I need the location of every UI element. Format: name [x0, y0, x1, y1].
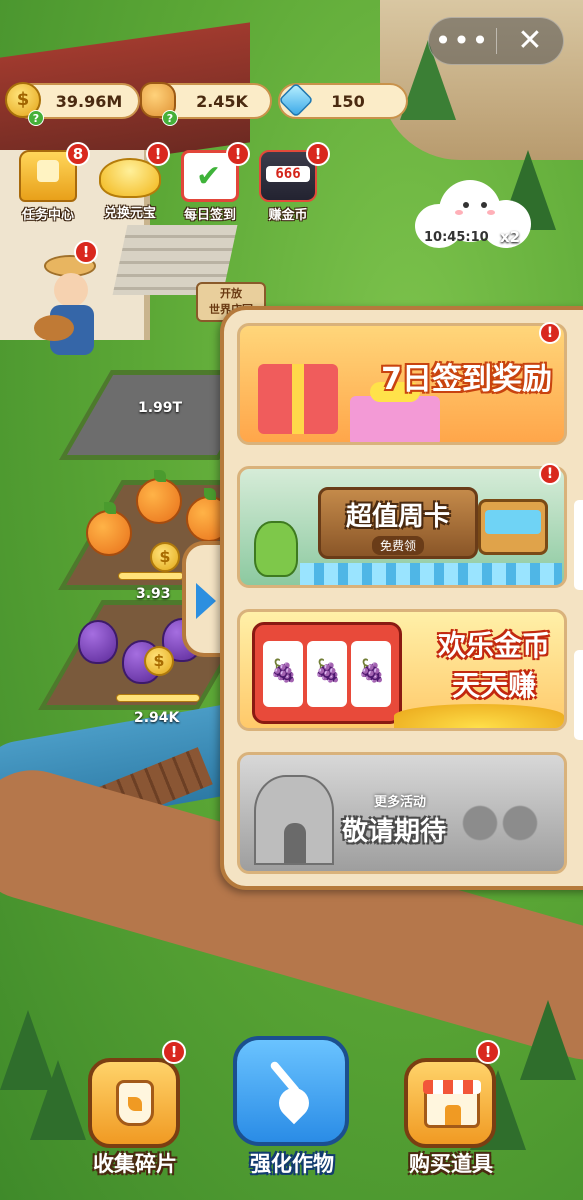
- upgrade-crops-button[interactable]: [233, 1036, 349, 1146]
- earn-coins-label: 赚金币: [268, 208, 308, 223]
- castle-icon: [254, 775, 334, 865]
- card-title: 超值周卡: [345, 502, 450, 532]
- task-center-label: 任务中心: [21, 208, 74, 223]
- grape-reel-icon: [263, 641, 303, 707]
- cloud-cheek: [455, 210, 463, 215]
- coin-ready-icon[interactable]: $: [150, 542, 180, 572]
- card-title: 7日签到奖励: [381, 362, 552, 397]
- exchange-ingot-label: 兑换元宝: [103, 206, 156, 221]
- plant-mascot-icon: [254, 521, 298, 577]
- booster-timer: 10:45:10: [424, 230, 489, 245]
- happy-coins-card[interactable]: 欢乐金币 天天赚: [237, 609, 567, 731]
- coin-pile: [394, 704, 564, 728]
- booster-multiplier: x2: [500, 228, 521, 246]
- plot-unlock-cost: 1.99T: [138, 400, 183, 416]
- plot-yield: 3.93: [136, 586, 171, 602]
- gold-value: 39.96M: [55, 91, 123, 111]
- close-icon[interactable]: ✕: [497, 26, 563, 56]
- pumpkin-crop[interactable]: [136, 470, 182, 524]
- card-alert-badge: !: [539, 322, 561, 344]
- shovel-icon: [267, 1058, 317, 1124]
- gem-value: 150: [331, 91, 365, 111]
- slot-machine-icon: [252, 622, 402, 724]
- grape-reel-icon: [351, 641, 391, 707]
- gift-box-icon: [350, 382, 440, 442]
- task-count-badge: 8: [66, 142, 90, 166]
- buy-items-button[interactable]: [404, 1058, 496, 1148]
- card-alert-badge: !: [539, 463, 561, 485]
- pine-tree: [520, 1000, 576, 1080]
- fertilizer-value: 2.45K: [196, 91, 248, 111]
- help-icon[interactable]: ?: [162, 110, 178, 126]
- coming-soon-card: 更多活动 敬请期待: [237, 752, 567, 874]
- cloud-cheek: [487, 210, 495, 215]
- cloud-eye: [463, 202, 469, 208]
- weekly-card[interactable]: 超值周卡 免费领: [237, 466, 567, 588]
- card-title: 敬请期待: [342, 817, 447, 847]
- card-subtitle: 更多活动: [374, 795, 427, 810]
- side-edge-tab: [574, 650, 583, 740]
- villagers-icon: [450, 795, 550, 865]
- treasure-chest-icon: [478, 499, 548, 555]
- buy-items-label: 购买道具: [409, 1152, 493, 1176]
- card-title-line-1: 欢乐金币: [437, 629, 550, 662]
- pumpkin-crop[interactable]: [86, 502, 132, 556]
- seed-jar-icon: [116, 1080, 154, 1126]
- card-subtitle: 免费领: [371, 536, 424, 555]
- pine-tree: [30, 1060, 86, 1140]
- help-icon[interactable]: ?: [28, 110, 44, 126]
- exchange-alert-badge: !: [146, 142, 170, 166]
- arrow-right-icon: [196, 583, 216, 619]
- collect-fragments-label: 收集碎片: [93, 1152, 177, 1176]
- more-dots-icon[interactable]: •••: [429, 27, 496, 55]
- farmer-alert-badge: !: [74, 240, 98, 264]
- guitar-icon: [34, 315, 74, 341]
- sign-line-1: 开放: [220, 287, 242, 300]
- plot-yield: 2.94K: [134, 710, 180, 726]
- side-edge-tab: [574, 500, 583, 590]
- cloud-eye: [481, 202, 487, 208]
- gift-box-icon: [258, 364, 338, 434]
- cloud-face: [455, 198, 495, 215]
- upgrade-crops-label: 强化作物: [250, 1152, 334, 1176]
- card-title-line-2: 天天赚: [451, 669, 536, 702]
- card-title: 欢乐金币 天天赚: [438, 626, 550, 706]
- collect-alert-badge: !: [162, 1040, 186, 1064]
- earn-alert-badge: !: [306, 142, 330, 166]
- grape-reel-icon: [307, 641, 347, 707]
- growth-progress-bar: [118, 572, 184, 580]
- mini-program-capsule: ••• ✕: [428, 17, 564, 65]
- card-plaque: 超值周卡 免费领: [318, 487, 478, 559]
- seven-day-checkin-card[interactable]: 7日签到奖励: [237, 323, 567, 445]
- daily-checkin-label: 每日签到: [183, 208, 236, 223]
- eggplant-crop[interactable]: [78, 620, 118, 664]
- shop-alert-badge: !: [476, 1040, 500, 1064]
- shop-icon: [423, 1080, 481, 1128]
- checkin-alert-badge: !: [226, 142, 250, 166]
- farmer-character[interactable]: [34, 255, 100, 365]
- gem-pile: [300, 563, 562, 585]
- growth-progress-bar: [116, 694, 200, 702]
- farmer-face: [54, 273, 88, 307]
- coin-ready-icon[interactable]: $: [144, 646, 174, 676]
- collect-fragments-button[interactable]: [88, 1058, 180, 1148]
